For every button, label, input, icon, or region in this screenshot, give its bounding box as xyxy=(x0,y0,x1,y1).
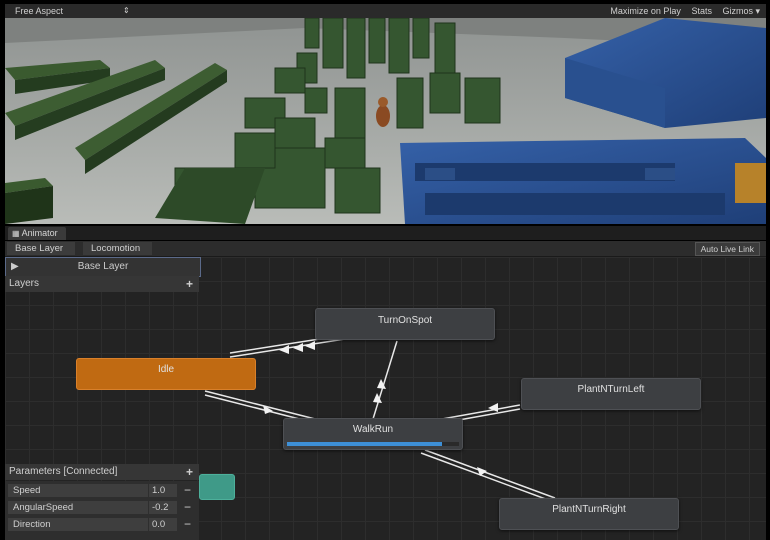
game-view-scene[interactable] xyxy=(5,18,766,224)
gizmos-dropdown[interactable]: Gizmos ▾ xyxy=(722,6,760,16)
state-plantnturnleft[interactable]: PlantNTurnLeft xyxy=(521,378,701,410)
aspect-dropdown[interactable]: Free Aspect xyxy=(15,4,63,18)
play-triangle-icon: ▶ xyxy=(11,261,19,272)
parameter-value-field[interactable]: 0.0 xyxy=(149,518,177,531)
parameter-name-field[interactable]: AngularSpeed xyxy=(8,501,148,514)
parameters-title: Parameters [Connected] xyxy=(9,466,118,477)
walkrun-progress-fill xyxy=(287,442,442,446)
parameters-list: Speed 1.0 − AngularSpeed -0.2 − Directio… xyxy=(5,481,199,540)
parameter-row-angularspeed: AngularSpeed -0.2 − xyxy=(5,500,199,516)
parameter-row-direction: Direction 0.0 − xyxy=(5,517,199,533)
remove-parameter-icon[interactable]: − xyxy=(184,500,191,514)
maximize-on-play-button[interactable]: Maximize on Play xyxy=(610,6,681,16)
transition-arrow-icon xyxy=(293,343,303,352)
transition-turnonspot-walkrun xyxy=(372,340,398,420)
parameter-row-speed: Speed 1.0 − xyxy=(5,483,199,499)
add-layer-icon[interactable]: + xyxy=(186,276,193,292)
layers-header: Layers + xyxy=(5,276,199,292)
parameter-name-field[interactable]: Speed xyxy=(8,484,148,497)
state-plantnturnright-label: PlantNTurnRight xyxy=(552,504,626,515)
state-walkrun[interactable]: WalkRun xyxy=(283,418,463,450)
transition-plantleft-walkrun xyxy=(441,404,521,420)
parameters-header: Parameters [Connected] + xyxy=(5,464,199,480)
state-idle[interactable]: Idle xyxy=(76,358,256,390)
parameter-name-field[interactable]: Direction xyxy=(8,518,148,531)
tab-animator[interactable]: ▦ Animator xyxy=(8,227,66,240)
breadcrumb: Base Layer Locomotion Auto Live Link xyxy=(5,241,766,257)
aspect-dropdown-arrow-icon[interactable]: ⇕ xyxy=(123,4,130,18)
state-turnonspot-label: TurnOnSpot xyxy=(377,315,433,326)
transition-arrow-icon xyxy=(279,345,289,354)
breadcrumb-base-layer[interactable]: Base Layer xyxy=(7,242,76,255)
state-walkrun-label: WalkRun xyxy=(352,424,394,435)
stats-button[interactable]: Stats xyxy=(691,6,712,16)
state-idle-label: Idle xyxy=(157,364,175,375)
add-parameter-icon[interactable]: + xyxy=(186,464,193,480)
transition-walkrun-plantright xyxy=(424,449,556,499)
game-view-toolbar-right: Maximize on Play Stats Gizmos ▾ xyxy=(602,4,760,18)
animator-icon: ▦ xyxy=(12,229,20,238)
breadcrumb-locomotion[interactable]: Locomotion xyxy=(83,242,153,255)
remove-parameter-icon[interactable]: − xyxy=(184,483,191,497)
parameter-value-field[interactable]: -0.2 xyxy=(149,501,177,514)
auto-live-link-button[interactable]: Auto Live Link xyxy=(694,242,760,256)
layer-name-label: Base Layer xyxy=(77,261,129,272)
animator-tab-bar: ▦ Animator xyxy=(5,226,766,240)
any-state-node[interactable] xyxy=(199,474,235,500)
state-plantnturnleft-label: PlantNTurnLeft xyxy=(577,384,645,395)
transition-arrow-icon xyxy=(305,341,315,350)
layers-title: Layers xyxy=(9,278,40,289)
maze-scene-image xyxy=(5,18,766,224)
game-view-toolbar: Free Aspect ⇕ Maximize on Play Stats Giz… xyxy=(5,4,766,18)
parameter-value-field[interactable]: 1.0 xyxy=(149,484,177,497)
walkrun-progress-bar xyxy=(287,442,459,446)
state-plantnturnright[interactable]: PlantNTurnRight xyxy=(499,498,679,530)
animator-tab-label: Animator xyxy=(21,228,58,238)
state-turnonspot[interactable]: TurnOnSpot xyxy=(315,308,495,340)
remove-parameter-icon[interactable]: − xyxy=(184,517,191,531)
layer-item-base-layer[interactable]: ▶ Base Layer xyxy=(5,257,201,277)
